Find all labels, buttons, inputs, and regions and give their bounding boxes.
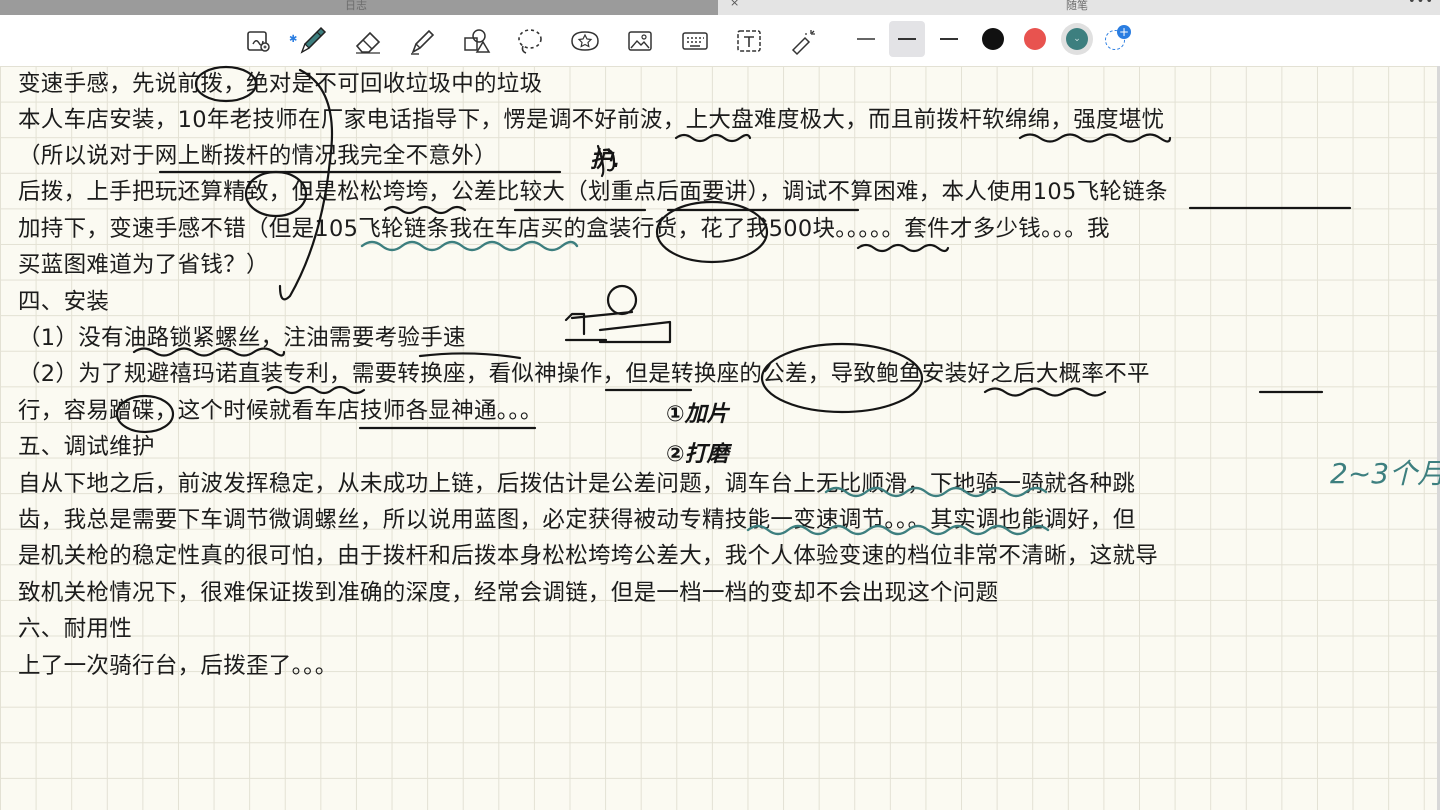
lasso-icon[interactable]	[510, 15, 550, 66]
window-title-bar: 日志 × 随笔 •••	[0, 0, 1440, 15]
color-swatch-black[interactable]	[982, 28, 1004, 50]
drawing-toolbar: ✱ ⌄ +	[0, 15, 1440, 67]
section-heading: 六、耐用性	[18, 616, 133, 642]
note-line: 加持下，变速手感不错（但是105飞轮链条我在车店买的盒装行货，花了我500块。。…	[18, 216, 1110, 242]
handwritten-note-shim: ①加片	[666, 402, 729, 427]
note-line: 致机关枪情况下，很难保证拨到准确的深度，经常会调链，但是一档一档的变却不会出现这…	[18, 580, 999, 606]
section-heading: 四、安装	[18, 289, 110, 315]
note-line: 是机关枪的稳定性真的很可怕，由于拨杆和后拨本身松松垮垮公差大，我个人体验变速的档…	[18, 543, 1159, 569]
note-line: 行，容易蹭碟，这个时候就看车店技师各显神通。。。	[18, 398, 543, 424]
more-menu-icon[interactable]: •••	[1408, 0, 1434, 9]
note-line: 齿，我总是需要下车调节微调螺丝，所以说用蓝图，必定获得被动专精技能一变速调节。。…	[18, 507, 1136, 533]
text-box-icon[interactable]	[729, 15, 769, 66]
handwritten-scribble: 护.	[590, 148, 621, 173]
handwritten-note-duration: 2~3个月	[1330, 457, 1440, 490]
note-line: （所以说对于网上断拨杆的情况我完全不意外）	[18, 143, 497, 169]
note-line: 自从下地之后，前波发挥稳定，从未成功上链，后拨估计是公差问题，调车台上无比顺滑，…	[18, 471, 1136, 497]
handwritten-note-grind: ②打磨	[666, 442, 729, 467]
stroke-width-medium[interactable]	[889, 21, 925, 57]
stroke-width-thin[interactable]	[848, 21, 884, 57]
section-heading: 五、调试维护	[18, 434, 155, 460]
add-color-button[interactable]: +	[1105, 25, 1131, 50]
color-swatch-red[interactable]	[1024, 28, 1046, 50]
note-line: 买蓝图难道为了省钱？）	[18, 252, 269, 278]
right-tab-title[interactable]: 随笔	[1066, 0, 1088, 13]
note-line: （2）为了规避禧玛诺直装专利，需要转换座，看似神操作，但是转换座的公差，导致鲍鱼…	[18, 361, 1150, 387]
color-swatch-teal-selected[interactable]: ⌄	[1061, 23, 1093, 55]
keyboard-icon[interactable]	[675, 15, 715, 66]
left-pane-title-strip: 日志	[0, 0, 718, 15]
laser-pointer-icon[interactable]	[783, 15, 823, 66]
sticker-icon[interactable]	[565, 15, 605, 66]
stroke-width-thick[interactable]	[931, 21, 967, 57]
left-tab-title[interactable]: 日志	[345, 0, 367, 13]
note-line: 本人车店安装，10年老技师在厂家电话指导下，愣是调不好前波，上大盘难度极大，而且…	[18, 107, 1165, 133]
note-line: （1）没有油路锁紧螺丝，注油需要考验手速	[18, 325, 466, 351]
note-line: 变速手感，先说前拨，绝对是不可回收垃圾中的垃圾	[18, 71, 543, 97]
pen-icon[interactable]	[292, 15, 332, 66]
zoom-lasso-icon[interactable]	[238, 15, 278, 66]
highlighter-icon[interactable]	[402, 15, 442, 66]
note-line: 后拨，上手把玩还算精致，但是松松垮垮，公差比较大（划重点后面要讲），调试不算困难…	[18, 179, 1168, 205]
image-icon[interactable]	[620, 15, 660, 66]
close-icon[interactable]: ×	[730, 0, 739, 9]
note-line: 上了一次骑行台，后拨歪了。。。	[18, 653, 338, 679]
shapes-icon[interactable]	[456, 15, 496, 66]
eraser-icon[interactable]	[348, 15, 388, 66]
plus-icon: +	[1117, 25, 1131, 39]
